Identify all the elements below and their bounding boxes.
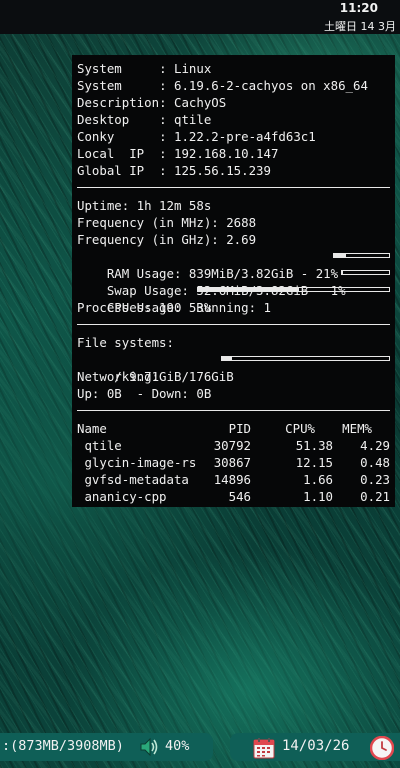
info-value: Linux xyxy=(173,61,212,76)
cpu-usage-bar xyxy=(197,287,390,292)
bottom-bar: :(873MB/3908MB) 40% 14/03/26 xyxy=(0,733,400,763)
fs-root-bar xyxy=(221,356,390,361)
header-pid: PID xyxy=(228,421,251,436)
process-row: qtile 30792 51.38 4.29 xyxy=(77,437,390,454)
info-label: Global IP xyxy=(77,163,160,178)
info-value: 192.168.10.147 xyxy=(173,146,279,161)
proc-name: glycin-image-rs xyxy=(77,455,197,470)
header-mem: MEM% xyxy=(342,421,372,436)
info-value: qtile xyxy=(173,112,212,127)
process-row: glycin-image-rs 30867 12.15 0.48 xyxy=(77,454,390,471)
info-value: 1.22.2-pre-a4fd63c1 xyxy=(173,129,316,144)
info-label: Local IP xyxy=(77,146,160,161)
info-value: CachyOS xyxy=(173,95,227,110)
fs-root-fill xyxy=(222,357,233,360)
conky-panel: System : Linux System : 6.19.6-2-cachyos… xyxy=(72,55,395,507)
info-row-global-ip: Global IP : 125.56.15.239 xyxy=(77,163,271,178)
info-row-description: Description: CachyOS xyxy=(77,95,227,110)
calendar-icon[interactable] xyxy=(252,736,276,764)
info-label: System xyxy=(77,61,160,76)
proc-cpu: 1.10 xyxy=(303,489,333,504)
ram-usage-fill xyxy=(334,254,346,257)
proc-name: ananicy-cpp xyxy=(77,489,167,504)
header-name: Name xyxy=(77,421,107,436)
net-title: Networking: xyxy=(77,369,160,384)
swap-row: Swap Usage: 52.6MiB/3.82GiB - 1% xyxy=(77,265,390,298)
fs-root-row: / 9.71GiB/176GiB xyxy=(77,351,390,384)
speaker-icon[interactable] xyxy=(138,736,160,762)
proc-mem: 0.48 xyxy=(360,455,390,470)
freq-mhz-text: Frequency (in MHz): 2688 xyxy=(77,215,257,230)
fs-title: File systems: xyxy=(77,335,174,350)
proc-cpu: 51.38 xyxy=(295,438,333,453)
freq-ghz-text: Frequency (in GHz): 2.69 xyxy=(77,232,257,247)
info-label: Desktop xyxy=(77,112,160,127)
proc-cpu: 12.15 xyxy=(295,455,333,470)
ram-row: RAM Usage: 839MiB/3.82GiB - 21% xyxy=(77,248,390,281)
net-line: Up: 0B - Down: 0B xyxy=(77,386,212,401)
info-label: System xyxy=(77,78,160,93)
volume-level[interactable]: 40% xyxy=(165,738,189,754)
swap-usage-bar xyxy=(341,270,390,275)
divider xyxy=(77,410,390,411)
info-label: Description xyxy=(77,95,160,110)
system-widget-pill: :(873MB/3908MB) 40% xyxy=(0,733,213,761)
proc-mem: 0.23 xyxy=(360,472,390,487)
clock-icon[interactable] xyxy=(369,735,395,764)
proc-name: gvfsd-metadata xyxy=(77,472,189,487)
proc-pid: 30792 xyxy=(213,438,251,453)
proc-pid: 546 xyxy=(228,489,251,504)
proc-pid: 14896 xyxy=(213,472,251,487)
processes-text: Processes: 190 Running: 1 xyxy=(77,300,271,315)
uptime-text: Uptime: 1h 12m 58s xyxy=(77,198,212,213)
process-row: gvfsd-metadata 14896 1.66 0.23 xyxy=(77,471,390,488)
memory-widget[interactable]: :(873MB/3908MB) xyxy=(2,738,124,754)
date-widget[interactable]: 14/03/26 xyxy=(282,738,349,754)
divider xyxy=(77,324,390,325)
top-clock[interactable]: 11:20 xyxy=(340,1,378,15)
top-date[interactable]: 土曜日 14 3月 xyxy=(324,18,396,34)
cpu-row: CPU Usage: 53% xyxy=(77,282,390,315)
proc-cpu: 1.66 xyxy=(303,472,333,487)
divider xyxy=(77,187,390,188)
proc-mem: 0.21 xyxy=(360,489,390,504)
process-row: ananicy-cpp 546 1.10 0.21 xyxy=(77,488,390,505)
proc-name: qtile xyxy=(77,438,122,453)
cpu-usage-fill xyxy=(198,288,300,291)
info-row-desktop: Desktop : qtile xyxy=(77,112,212,127)
info-row-local-ip: Local IP : 192.168.10.147 xyxy=(77,146,279,161)
info-label: Conky xyxy=(77,129,160,144)
info-row-kernel: System : 6.19.6-2-cachyos on x86_64 xyxy=(77,78,368,93)
info-value: 6.19.6-2-cachyos on x86_64 xyxy=(173,78,368,93)
top-bar: 11:20 土曜日 14 3月 xyxy=(0,0,400,34)
info-row-system: System : Linux xyxy=(77,61,212,76)
info-value: 125.56.15.239 xyxy=(173,163,271,178)
process-table-header: Name PID CPU% MEM% xyxy=(77,420,390,437)
proc-mem: 4.29 xyxy=(360,438,390,453)
proc-pid: 30867 xyxy=(213,455,251,470)
datetime-widget-pill: 14/03/26 xyxy=(230,733,400,761)
ram-usage-bar xyxy=(333,253,390,258)
info-row-conky: Conky : 1.22.2-pre-a4fd63c1 xyxy=(77,129,316,144)
header-cpu: CPU% xyxy=(285,421,315,436)
